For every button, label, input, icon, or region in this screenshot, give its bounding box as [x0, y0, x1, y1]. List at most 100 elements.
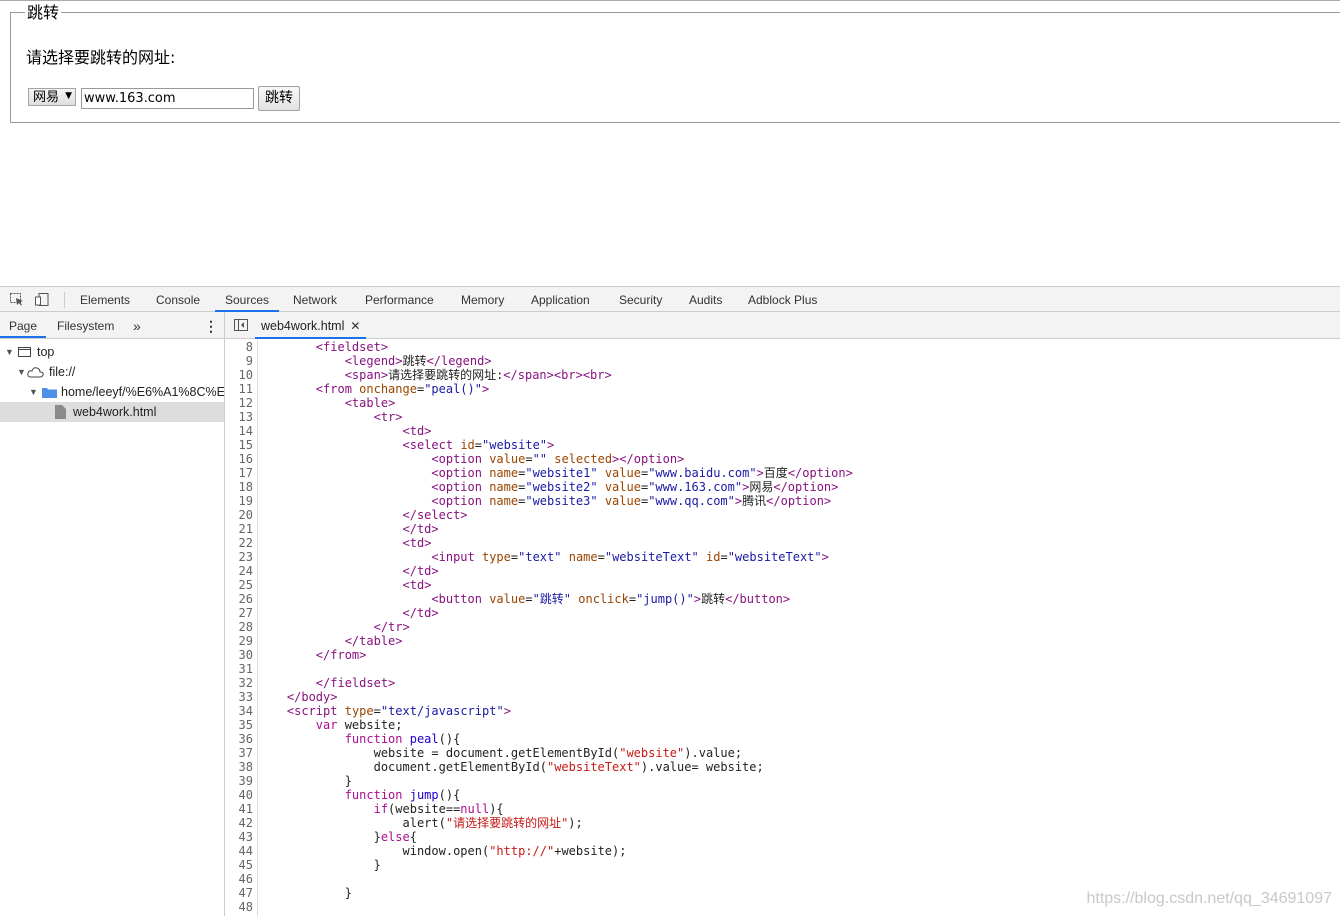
line-number: 11	[238, 382, 253, 396]
tab-audits[interactable]: Audits	[689, 287, 722, 312]
code-line: window.open("http://"+website);	[258, 844, 627, 858]
code-line: <option name="website3" value="www.qq.co…	[431, 494, 832, 508]
line-number: 33	[238, 690, 253, 704]
code-line: <table>	[344, 396, 396, 410]
line-number: 19	[238, 494, 253, 508]
code-line: <legend>跳转</legend>	[344, 354, 492, 368]
line-number: 23	[238, 550, 253, 564]
jump-fieldset: 跳转 请选择要跳转的网址: 网易 ▼ www.163.com 跳转	[10, 4, 1340, 123]
website-select[interactable]: 网易 ▼	[28, 88, 76, 106]
editor-tabbar: web4work.html ✕	[225, 312, 1340, 339]
code-line: document.getElementById("websiteText").v…	[258, 760, 764, 774]
code-line: }	[258, 774, 352, 788]
code-line: </fieldset>	[315, 676, 396, 690]
line-number: 18	[238, 480, 253, 494]
line-number: 35	[238, 718, 253, 732]
source-editor: web4work.html ✕ 8 9 10 11 12 13 14 15 16 17 18 19 20 2…	[225, 312, 1340, 916]
more-options-icon[interactable]: ⋮	[204, 312, 218, 338]
device-toolbar-icon[interactable]	[35, 293, 49, 306]
code-line: <td>	[402, 536, 432, 550]
tab-application[interactable]: Application	[531, 287, 590, 312]
more-tabs-icon[interactable]: »	[133, 312, 141, 338]
code-line: <script type="text/javascript">	[286, 704, 511, 718]
fieldset-legend: 跳转	[25, 3, 62, 22]
close-tab-icon[interactable]: ✕	[350, 319, 360, 333]
jump-button[interactable]: 跳转	[258, 86, 300, 111]
code-line: </td>	[402, 522, 439, 536]
line-number: 15	[238, 438, 253, 452]
nav-tab-page[interactable]: Page	[0, 312, 47, 338]
line-number: 31	[238, 662, 253, 676]
code-line: <from onchange="peal()">	[315, 382, 490, 396]
inspect-element-icon[interactable]	[10, 293, 24, 306]
tab-performance[interactable]: Performance	[365, 287, 434, 312]
tree-label-folder: home/leeyf/%E6%A1%8C%E	[61, 385, 224, 399]
tab-elements[interactable]: Elements	[80, 287, 130, 312]
line-number: 10	[238, 368, 253, 382]
code-line: <fieldset>	[315, 340, 389, 354]
code-line: <input type="text" name="websiteText" id…	[431, 550, 829, 564]
code-line: </td>	[402, 564, 439, 578]
editor-tab-web4work[interactable]: web4work.html ✕	[255, 312, 367, 339]
line-number: 30	[238, 648, 253, 662]
line-number: 28	[238, 620, 253, 634]
watermark: https://blog.csdn.net/qq_34691097	[1086, 890, 1332, 907]
line-number: 45	[238, 858, 253, 872]
toggle-navigator-icon[interactable]	[234, 319, 248, 331]
line-number: 13	[238, 410, 253, 424]
line-number: 41	[238, 802, 253, 816]
line-number: 32	[238, 676, 253, 690]
line-number: 48	[238, 900, 253, 914]
devtools-panel: Elements Console Sources Network Perform…	[0, 286, 1340, 916]
code-line: <tr>	[373, 410, 403, 424]
line-number: 37	[238, 746, 253, 760]
code-line: function peal(){	[344, 732, 461, 746]
cloud-icon	[27, 367, 44, 378]
line-number: 24	[238, 564, 253, 578]
line-number: 26	[238, 592, 253, 606]
code-line: </tr>	[373, 620, 410, 634]
code-line: <select id="website">	[402, 438, 555, 452]
website-select-value: 网易	[33, 90, 60, 105]
tree-label-web4work: web4work.html	[73, 405, 157, 419]
code-line: alert("请选择要跳转的网址");	[258, 816, 583, 830]
tab-adblock-plus[interactable]: Adblock Plus	[748, 287, 817, 312]
tab-network[interactable]: Network	[293, 287, 337, 312]
line-number: 9	[245, 354, 253, 368]
code-line: }	[258, 858, 381, 872]
website-text-input[interactable]: www.163.com	[81, 88, 254, 109]
line-number: 14	[238, 424, 253, 438]
nav-tab-filesystem[interactable]: Filesystem	[57, 312, 114, 338]
tab-memory[interactable]: Memory	[461, 287, 504, 312]
code-line: </table>	[344, 634, 403, 648]
code-line: <option name="website1" value="www.baidu…	[431, 466, 853, 480]
line-number: 44	[238, 844, 253, 858]
tree-item-file[interactable]: ▼ file://	[0, 362, 224, 382]
tab-security[interactable]: Security	[619, 287, 662, 312]
line-number: 20	[238, 508, 253, 522]
tab-console[interactable]: Console	[156, 287, 200, 312]
tree-item-web4work[interactable]: web4work.html	[0, 402, 224, 422]
line-number: 8	[245, 340, 253, 354]
tree-item-folder[interactable]: ▼ home/leeyf/%E6%A1%8C%E	[0, 382, 224, 402]
code-line: }else{	[258, 830, 417, 844]
file-icon	[55, 405, 66, 419]
expand-triangle-icon: ▼	[29, 387, 38, 397]
frame-icon	[18, 347, 31, 357]
code-line: </body>	[286, 690, 338, 704]
line-number: 29	[238, 634, 253, 648]
line-number: 17	[238, 466, 253, 480]
code-line: <option value="" selected></option>	[431, 452, 685, 466]
tab-sources[interactable]: Sources	[215, 287, 280, 312]
tree-item-top[interactable]: ▼ top	[0, 342, 224, 362]
code-line: <option name="website2" value="www.163.c…	[431, 480, 839, 494]
line-number: 25	[238, 578, 253, 592]
top-border	[0, 0, 1340, 1]
dropdown-arrow-icon: ▼	[65, 91, 72, 101]
tabbar-divider	[64, 292, 65, 308]
line-number: 47	[238, 886, 253, 900]
navigator-pane: Page Filesystem » ⋮ ▼ top ▼ file:// ▼ ho…	[0, 312, 225, 916]
line-number: 21	[238, 522, 253, 536]
tree-label-file: file://	[49, 365, 76, 379]
devtools-tabbar: Elements Console Sources Network Perform…	[0, 286, 1340, 312]
